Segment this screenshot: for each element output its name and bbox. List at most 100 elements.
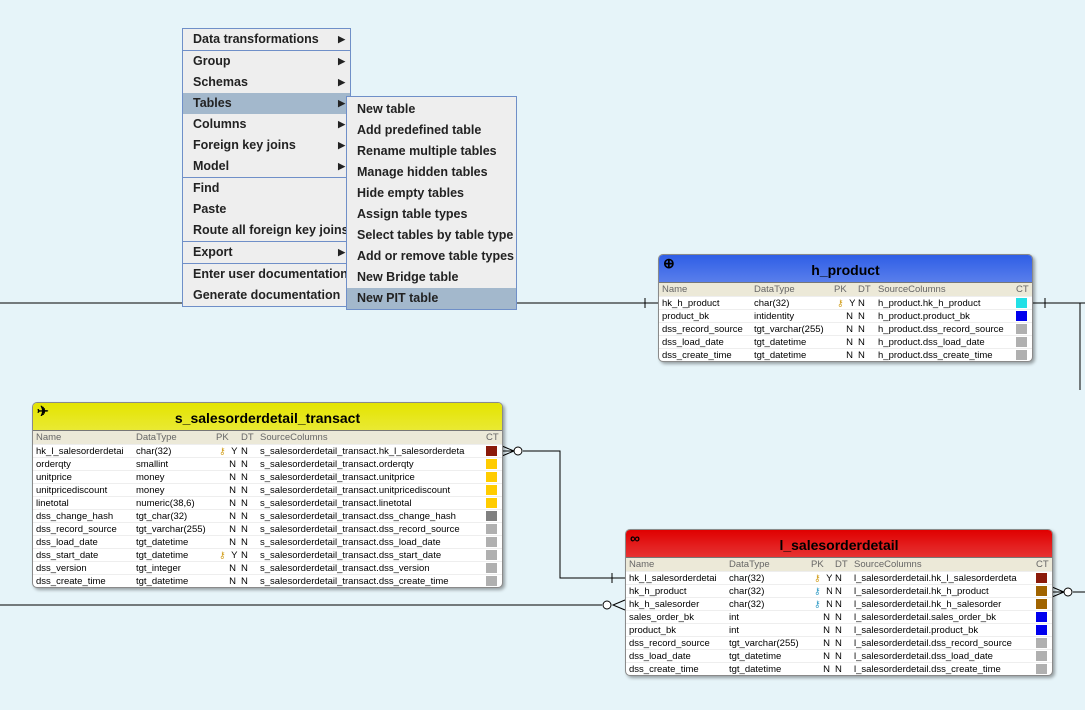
table-row[interactable]: dss_version tgt_integer N Ns_salesorderdeta… xyxy=(33,561,502,574)
column-header-pk: PK xyxy=(216,432,229,443)
column-dt: N xyxy=(241,446,248,457)
column-pk: N xyxy=(213,562,238,574)
join-line-h-product-right xyxy=(1032,298,1085,390)
menu-item-route-all-foreign-key-joins[interactable]: Route all foreign key joins xyxy=(183,220,350,241)
chevron-right-icon: ▶ xyxy=(338,98,345,108)
submenu-item-add-predefined-table[interactable]: Add predefined table xyxy=(347,120,516,141)
ct-color-swatch xyxy=(1016,298,1027,308)
column-name: sales_order_bk xyxy=(629,612,694,623)
column-ct xyxy=(1013,297,1032,309)
table-row[interactable]: dss_record_source tgt_varchar(255) N Nh_pro… xyxy=(659,322,1032,335)
table-row[interactable]: dss_create_time tgt_datetime N Nh_product.d… xyxy=(659,348,1032,361)
table-row[interactable]: hk_h_salesorder char(32) ⚷ NNl_salesorderd… xyxy=(626,597,1052,610)
menu-item-data-transformations[interactable]: Data transformations ▶ xyxy=(183,29,350,50)
menu-item-enter-user-documentation[interactable]: Enter user documentation xyxy=(183,264,350,285)
ct-color-swatch xyxy=(486,550,497,560)
column-ct xyxy=(483,484,502,496)
pk-value: Y xyxy=(231,446,238,457)
column-ct xyxy=(1033,650,1052,662)
ct-color-swatch xyxy=(1016,311,1027,321)
table-row[interactable]: dss_start_date tgt_datetime ⚷ Y Ns_salesord… xyxy=(33,548,502,561)
column-dt: N xyxy=(241,576,248,587)
column-name: hk_h_product xyxy=(662,298,720,309)
chevron-right-icon: ▶ xyxy=(338,247,345,257)
column-source: s_salesorderdetail_transact.unitprice xyxy=(260,472,415,483)
table-row[interactable]: product_bk intidentity N Nh_product.product… xyxy=(659,309,1032,322)
column-datatype: tgt_datetime xyxy=(754,337,807,348)
table-header[interactable]: ⊕ h_product xyxy=(659,255,1032,283)
table-row[interactable]: dss_record_source tgt_varchar(255) N Nl_sal… xyxy=(626,636,1052,649)
column-dt: N xyxy=(241,498,248,509)
column-header-name: Name xyxy=(36,432,62,443)
menu-item-export[interactable]: Export ▶ xyxy=(183,242,350,263)
submenu-item-select-tables-by-table-type[interactable]: Select tables by table type xyxy=(347,225,516,246)
table-row[interactable]: hk_l_salesorderdetai char(32) ⚷ Y Nl_saleso… xyxy=(626,571,1052,584)
table-row[interactable]: product_bk int N Nl_salesorderdetail.produc… xyxy=(626,623,1052,636)
column-dt: N xyxy=(241,472,248,483)
submenu-item-new-bridge-table[interactable]: New Bridge table xyxy=(347,267,516,288)
table-s-salesorderdetail-transact[interactable]: ✈ s_salesorderdetail_transact Name DataType… xyxy=(32,402,503,588)
table-row[interactable]: dss_load_date tgt_datetime N Ns_salesorderd… xyxy=(33,535,502,548)
table-row[interactable]: dss_record_source tgt_varchar(255) N Ns_sal… xyxy=(33,522,502,535)
menu-item-find[interactable]: Find xyxy=(183,178,350,199)
menu-item-model[interactable]: Model ▶ xyxy=(183,156,350,177)
table-row[interactable]: linetotal numeric(38,6) N Ns_salesorderdeta… xyxy=(33,496,502,509)
table-row[interactable]: unitprice money N Ns_salesorderdetail_trans… xyxy=(33,470,502,483)
table-header[interactable]: ✈ s_salesorderdetail_transact xyxy=(33,403,502,431)
menu-item-columns[interactable]: Columns ▶ xyxy=(183,114,350,135)
column-header-dt: DT xyxy=(835,559,848,570)
table-row[interactable]: dss_create_time tgt_datetime N Nl_salesorde… xyxy=(626,662,1052,675)
column-pk: N xyxy=(213,484,238,496)
table-row[interactable]: hk_h_product char(32) ⚷ Y Nh_product.hk_h_p… xyxy=(659,296,1032,309)
submenu-item-hide-empty-tables[interactable]: Hide empty tables xyxy=(347,183,516,204)
menu-item-schemas[interactable]: Schemas ▶ xyxy=(183,72,350,93)
menu-item-label: Columns xyxy=(193,117,247,131)
column-datatype: char(32) xyxy=(729,586,765,597)
ct-color-swatch xyxy=(1016,337,1027,347)
submenu-item-add-or-remove-table-types[interactable]: Add or remove table types xyxy=(347,246,516,267)
column-ct xyxy=(1013,336,1032,348)
column-ct xyxy=(483,445,502,457)
primary-key-icon: ⚷ xyxy=(814,573,824,583)
table-row[interactable]: unitpricediscount money N Ns_salesorderdeta… xyxy=(33,483,502,496)
submenu-item-manage-hidden-tables[interactable]: Manage hidden tables xyxy=(347,162,516,183)
table-h-product[interactable]: ⊕ h_product Name DataType PK DT SourceColumns C… xyxy=(658,254,1033,362)
table-row[interactable]: dss_create_time tgt_datetime N Ns_salesorde… xyxy=(33,574,502,587)
column-dt: N xyxy=(858,337,865,348)
table-row[interactable]: dss_load_date tgt_datetime N Nh_product.dss… xyxy=(659,335,1032,348)
column-source: s_salesorderdetail_transact.dss_change_h… xyxy=(260,511,456,522)
column-pk: N xyxy=(831,323,855,335)
submenu-item-assign-table-types[interactable]: Assign table types xyxy=(347,204,516,225)
table-row[interactable]: dss_load_date tgt_datetime N Nl_salesorderd… xyxy=(626,649,1052,662)
column-header-row: Name DataType PK DT SourceColumns CT xyxy=(659,283,1032,296)
column-ct xyxy=(1033,598,1052,610)
table-row[interactable]: orderqty smallint N Ns_salesorderdetail_tra… xyxy=(33,457,502,470)
menu-item-tables[interactable]: Tables ▶ xyxy=(183,93,350,114)
column-name: dss_record_source xyxy=(36,524,117,535)
table-header[interactable]: ∞ l_salesorderdetail xyxy=(626,530,1052,558)
column-ct xyxy=(483,458,502,470)
join-line-satellite-link xyxy=(501,445,625,583)
menu-item-foreign-key-joins[interactable]: Foreign key joins ▶ xyxy=(183,135,350,156)
chevron-right-icon: ▶ xyxy=(338,161,345,171)
column-header-ct: CT xyxy=(1016,284,1029,295)
column-ct xyxy=(1013,323,1032,335)
pk-value: Y xyxy=(826,573,832,584)
optional-marker xyxy=(602,600,612,610)
table-row[interactable]: sales_order_bk int N Nl_salesorderdetail.sa… xyxy=(626,610,1052,623)
menu-item-group[interactable]: Group ▶ xyxy=(183,51,350,72)
table-row[interactable]: hk_l_salesorderdetai char(32) ⚷ Y Ns_saleso… xyxy=(33,444,502,457)
column-dt: N xyxy=(241,459,248,470)
column-ct xyxy=(483,523,502,535)
menu-item-paste[interactable]: Paste xyxy=(183,199,350,220)
table-row[interactable]: hk_h_product char(32) ⚷ NNl_salesorderdeta… xyxy=(626,584,1052,597)
column-dt: N xyxy=(835,573,842,584)
column-dt: N xyxy=(835,612,842,623)
submenu-item-rename-multiple-tables[interactable]: Rename multiple tables xyxy=(347,141,516,162)
submenu-item-new-table[interactable]: New table xyxy=(347,99,516,120)
table-l-salesorderdetail[interactable]: ∞ l_salesorderdetail Name DataType PK DT Sourc… xyxy=(625,529,1053,676)
column-ct xyxy=(1013,310,1032,322)
table-row[interactable]: dss_change_hash tgt_char(32) N Ns_salesorde… xyxy=(33,509,502,522)
submenu-item-new-pit-table[interactable]: New PIT table xyxy=(347,288,516,309)
menu-item-generate-documentation[interactable]: Generate documentation xyxy=(183,285,350,306)
